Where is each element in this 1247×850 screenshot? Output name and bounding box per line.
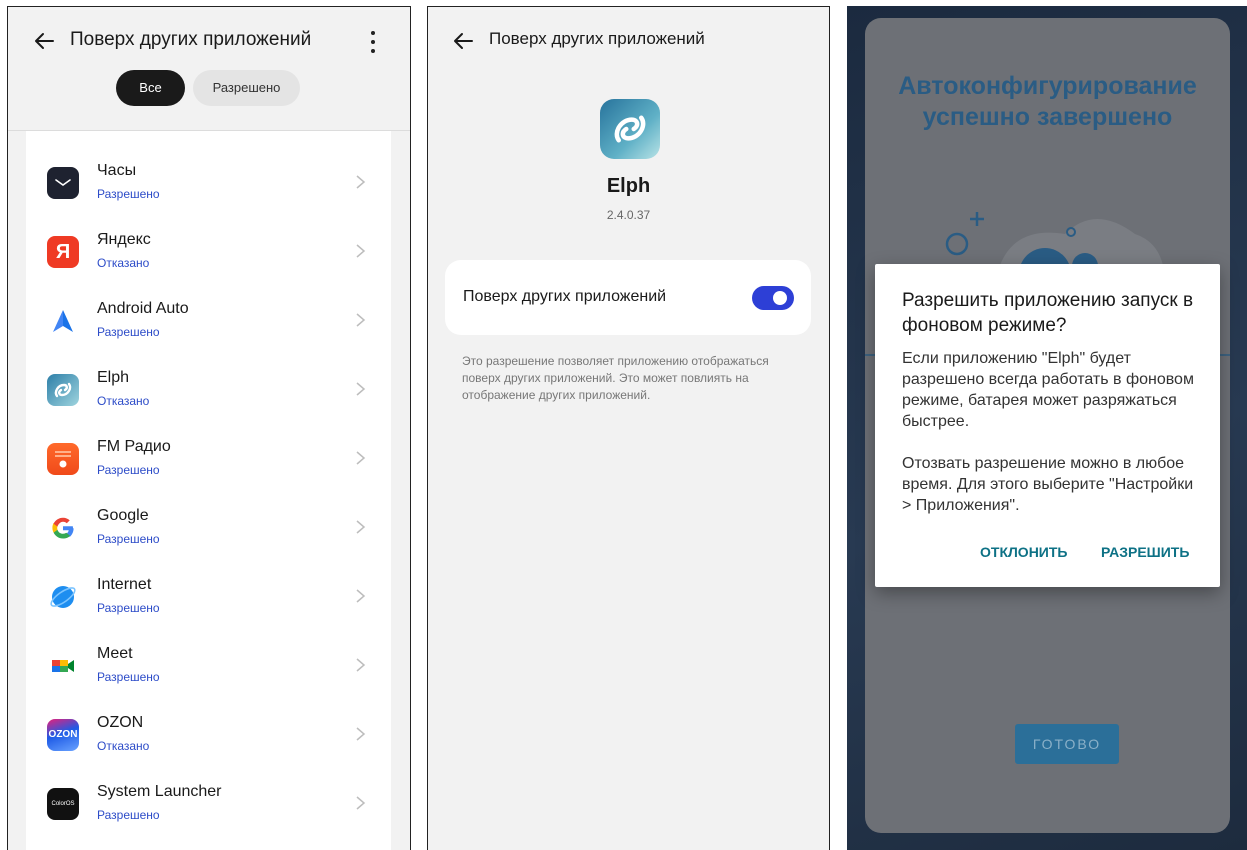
filter-chip-allowed[interactable]: Разрешено: [193, 70, 300, 106]
dialog-body: Если приложению "Elph" будет разрешено в…: [902, 348, 1202, 537]
app-name: Internet: [97, 576, 152, 593]
app-status: Разрешено: [97, 601, 160, 615]
list-item-ozon[interactable]: OZON OZON Отказано: [26, 700, 391, 769]
app-bar: Поверх других приложений Все Разрешено: [8, 7, 410, 131]
app-status: Разрешено: [97, 187, 160, 201]
app-name: System Launcher: [97, 783, 222, 800]
app-name: Часы: [97, 162, 137, 179]
elph-icon: [47, 374, 79, 406]
chevron-right-icon: [356, 244, 366, 258]
app-list-screen: Поверх других приложений Все Разрешено Ч…: [7, 6, 411, 850]
app-name: Android Auto: [97, 300, 189, 317]
done-button[interactable]: ГОТОВО: [1015, 724, 1119, 764]
yandex-icon: Я: [47, 236, 79, 268]
overlay-permission-toggle[interactable]: [752, 286, 794, 310]
list-item-elph[interactable]: Elph Отказано: [26, 355, 391, 424]
android-auto-icon: [47, 305, 79, 337]
app-status: Разрешено: [97, 670, 160, 684]
headline-line-1: Автоконфигурирование: [898, 72, 1197, 100]
chevron-right-icon: [356, 589, 366, 603]
app-status: Разрешено: [97, 325, 160, 339]
app-status: Отказано: [97, 739, 150, 753]
list-item-android-auto[interactable]: Android Auto Разрешено: [26, 286, 391, 355]
meet-icon: [47, 650, 79, 682]
list-item-yandex[interactable]: Я Яндекс Отказано: [26, 217, 391, 286]
internet-icon: [47, 581, 79, 613]
app-name: FM Радио: [97, 438, 171, 455]
autoconfig-screen: Автоконфигурирование успешно завершено Г…: [847, 6, 1247, 850]
list-item-fm-radio[interactable]: FM Радио Разрешено: [26, 424, 391, 493]
list-item-meet[interactable]: Meet Разрешено: [26, 631, 391, 700]
list-item-google[interactable]: Google Разрешено: [26, 493, 391, 562]
toggle-knob: [773, 291, 787, 305]
page-title: Поверх других приложений: [489, 29, 705, 48]
fm-radio-icon: [47, 443, 79, 475]
app-permission-screen: Поверх других приложений Elph 2.4.0.37 П…: [427, 6, 830, 850]
headline-line-2: успешно завершено: [922, 103, 1173, 131]
filter-chip-all[interactable]: Все: [116, 70, 185, 106]
deny-button[interactable]: ОТКЛОНИТЬ: [980, 544, 1068, 560]
back-arrow-icon[interactable]: [452, 30, 474, 52]
clock-icon: [47, 167, 79, 199]
success-headline: Автоконфигурирование успешно завершено: [865, 71, 1230, 133]
chevron-right-icon: [356, 658, 366, 672]
page-title: Поверх других приложений: [70, 29, 312, 50]
list-item-system-launcher[interactable]: ColorOS System Launcher Разрешено: [26, 769, 391, 838]
overlay-permission-card: Поверх других приложений: [445, 260, 811, 335]
app-status: Разрешено: [97, 463, 160, 477]
elph-icon: [600, 99, 660, 159]
app-name: Google: [97, 507, 149, 524]
app-version: 2.4.0.37: [606, 208, 651, 222]
app-name: Elph: [606, 175, 651, 197]
chevron-right-icon: [356, 520, 366, 534]
permission-description: Это разрешение позволяет приложению отоб…: [462, 354, 769, 402]
screenshot-collage: Поверх других приложений Все Разрешено Ч…: [0, 0, 1247, 850]
chevron-right-icon: [356, 796, 366, 810]
dialog-title: Разрешить приложению запуск в фоновом ре…: [902, 290, 1194, 336]
chevron-right-icon: [356, 175, 366, 189]
app-name: OZON: [97, 714, 144, 731]
app-status: Отказано: [97, 256, 150, 270]
dialog-body-paragraph-1: Если приложению "Elph" будет разрешено в…: [902, 350, 1194, 430]
system-launcher-icon: ColorOS: [47, 788, 79, 820]
google-icon: [47, 512, 79, 544]
ozon-icon: OZON: [47, 719, 79, 751]
list-item-internet[interactable]: Internet Разрешено: [26, 562, 391, 631]
app-status: Разрешено: [97, 532, 160, 546]
toggle-label: Поверх других приложений: [463, 288, 667, 305]
app-name: Meet: [97, 645, 133, 662]
app-name: Elph: [97, 369, 130, 386]
chevron-right-icon: [356, 727, 366, 741]
list-item-chasy[interactable]: Часы Разрешено: [26, 148, 391, 217]
allow-button[interactable]: РАЗРЕШИТЬ: [1101, 544, 1189, 560]
app-status: Разрешено: [97, 808, 160, 822]
back-arrow-icon[interactable]: [33, 30, 55, 52]
app-status: Отказано: [97, 394, 150, 408]
chevron-right-icon: [356, 313, 366, 327]
app-name: Яндекс: [97, 231, 151, 248]
background-run-dialog: Разрешить приложению запуск в фоновом ре…: [875, 264, 1220, 587]
chevron-right-icon: [356, 382, 366, 396]
app-list: Часы Разрешено Я Яндекс Отказано Android…: [26, 131, 391, 850]
chevron-right-icon: [356, 451, 366, 465]
more-options-icon[interactable]: [366, 29, 380, 55]
dialog-body-paragraph-2: Отозвать разрешение можно в любое время.…: [902, 455, 1194, 514]
